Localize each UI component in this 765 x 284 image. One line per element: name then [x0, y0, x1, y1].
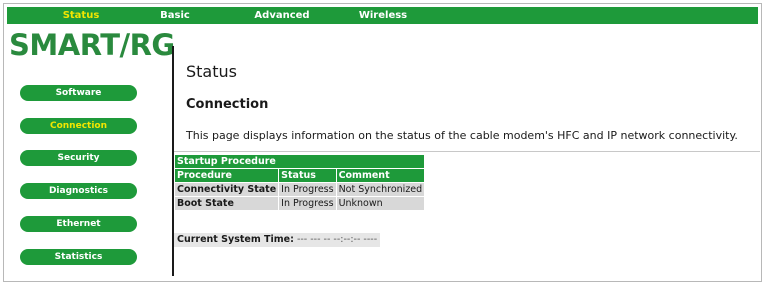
sidebar-item-connection[interactable]: Connection — [20, 118, 137, 134]
system-time-label: Current System Time: — [177, 234, 294, 245]
table-title: Startup Procedure — [175, 155, 425, 168]
system-time-value: --- --- -- --:--:-- ---- — [296, 234, 378, 245]
column-header-status: Status — [279, 169, 336, 182]
horizontal-divider — [174, 151, 760, 152]
sidebar-item-statistics[interactable]: Statistics — [20, 249, 137, 265]
sidebar-item-software[interactable]: Software — [20, 85, 137, 101]
table-header-row: Procedure Status Comment — [175, 169, 425, 182]
tab-wireless[interactable]: Wireless — [353, 7, 413, 24]
section-title: Connection — [186, 97, 269, 112]
column-header-procedure: Procedure — [175, 169, 279, 182]
table-title-row: Startup Procedure — [175, 155, 425, 168]
comment-cell: Unknown — [336, 197, 425, 210]
column-header-comment: Comment — [336, 169, 425, 182]
table-row: Boot State In Progress Unknown — [175, 197, 425, 210]
startup-procedure-table: Startup Procedure Procedure Status Comme… — [174, 154, 425, 211]
tab-status[interactable]: Status — [51, 7, 111, 24]
tab-advanced[interactable]: Advanced — [247, 7, 317, 24]
smartrg-logo: SMART/RG — [9, 28, 175, 62]
top-navigation-bar: Status Basic Advanced Wireless — [7, 7, 758, 24]
sidebar-item-security[interactable]: Security — [20, 150, 137, 166]
status-cell: In Progress — [279, 183, 336, 196]
comment-cell: Not Synchronized — [336, 183, 425, 196]
page-description: This page displays information on the st… — [186, 129, 738, 142]
procedure-cell: Connectivity State — [175, 183, 279, 196]
current-system-time: Current System Time: --- --- -- --:--:--… — [174, 233, 381, 247]
sidebar-item-ethernet[interactable]: Ethernet — [20, 216, 137, 232]
status-cell: In Progress — [279, 197, 336, 210]
page-title: Status — [186, 62, 237, 81]
tab-basic[interactable]: Basic — [145, 7, 205, 24]
procedure-cell: Boot State — [175, 197, 279, 210]
table-row: Connectivity State In Progress Not Synch… — [175, 183, 425, 196]
sidebar-item-diagnostics[interactable]: Diagnostics — [20, 183, 137, 199]
